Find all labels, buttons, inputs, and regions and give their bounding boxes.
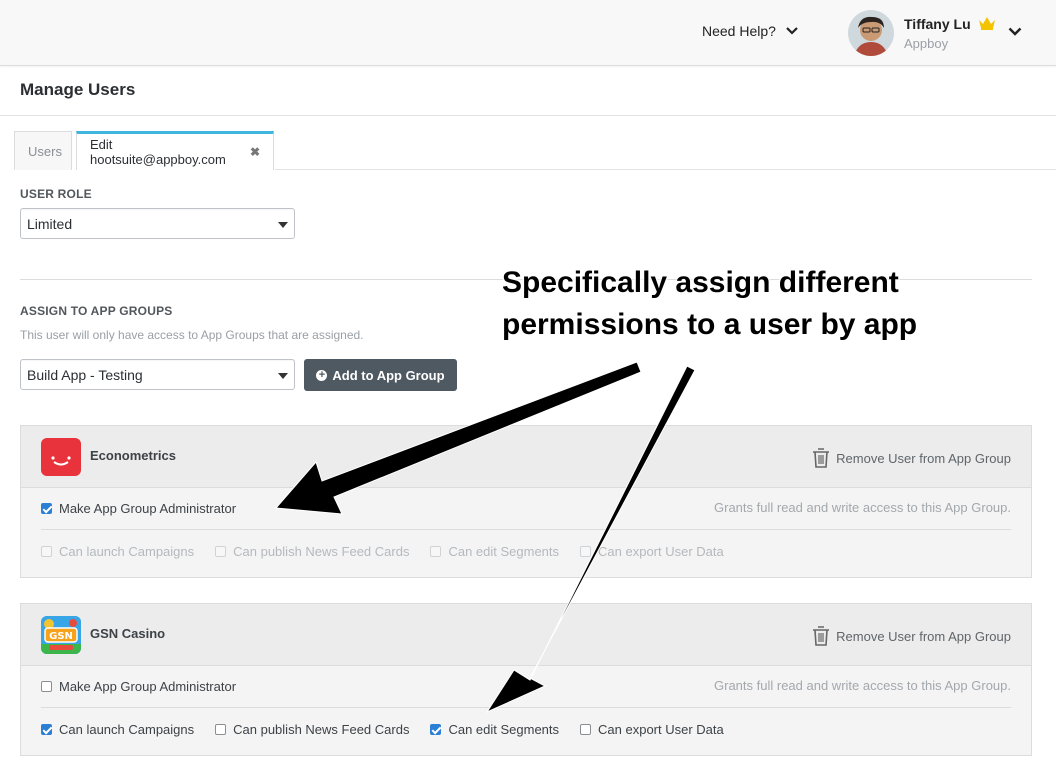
- permission-checkbox[interactable]: [430, 546, 442, 557]
- user-role-label: USER ROLE: [20, 187, 92, 201]
- crown-icon: [979, 17, 995, 30]
- divider: [41, 529, 1011, 530]
- tab-edit-user[interactable]: Edit hootsuite@appboy.com ✖: [76, 131, 274, 170]
- divider: [0, 115, 1056, 116]
- admin-checkbox[interactable]: [41, 681, 52, 692]
- app-group-name: Econometrics: [90, 448, 176, 463]
- permission-label: Can launch Campaigns: [59, 722, 195, 737]
- divider: [275, 169, 1056, 170]
- assign-app-groups-label: ASSIGN TO APP GROUPS: [20, 304, 173, 318]
- admin-checkbox-row[interactable]: Make App Group Administrator: [41, 679, 236, 694]
- need-help-menu[interactable]: Need Help?: [702, 23, 798, 39]
- permission-label: Can edit Segments: [448, 544, 560, 559]
- permission-publish-news-feed[interactable]: Can publish News Feed Cards: [215, 722, 409, 737]
- remove-user-from-app-group-button[interactable]: Remove User from App Group: [812, 448, 1011, 468]
- permission-label: Can export User Data: [598, 722, 724, 737]
- permission-checkbox[interactable]: [41, 724, 52, 735]
- permission-label: Can edit Segments: [448, 722, 560, 737]
- user-role-select[interactable]: Limited: [20, 208, 295, 239]
- chevron-down-icon: [786, 27, 798, 35]
- gsn-icon-text: GSN: [49, 631, 73, 642]
- add-to-app-group-label: Add to App Group: [332, 367, 445, 383]
- remove-label: Remove User from App Group: [836, 450, 1011, 466]
- user-org: Appboy: [904, 36, 949, 51]
- remove-user-from-app-group-button[interactable]: Remove User from App Group: [812, 626, 1011, 646]
- need-help-label: Need Help?: [702, 23, 776, 39]
- annotation-line-1: Specifically assign different: [502, 266, 899, 299]
- permission-checkbox[interactable]: [215, 546, 227, 557]
- app-group-header: GSN GSN Casino Remove User from App Grou…: [21, 604, 1031, 666]
- tab-edit-user-label: Edit hootsuite@appboy.com: [90, 137, 226, 167]
- admin-checkbox-row[interactable]: Make App Group Administrator: [41, 501, 236, 516]
- gsn-casino-app-icon: GSN: [41, 616, 81, 654]
- divider: [41, 707, 1011, 708]
- permission-edit-segments[interactable]: Can edit Segments: [430, 722, 559, 737]
- permission-export-user-data[interactable]: Can export User Data: [580, 544, 724, 559]
- assign-help-text: This user will only have access to App G…: [20, 328, 364, 342]
- user-name[interactable]: Tiffany Lu: [904, 16, 971, 32]
- permission-checkbox[interactable]: [41, 546, 52, 557]
- permission-label: Can export User Data: [598, 544, 724, 559]
- permission-label: Can publish News Feed Cards: [233, 722, 410, 737]
- remove-label: Remove User from App Group: [836, 628, 1011, 644]
- annotation-line-2: permissions to a user by app: [502, 308, 918, 341]
- permissions-row: Can launch Campaigns Can publish News Fe…: [41, 722, 745, 737]
- permissions-row: Can launch Campaigns Can publish News Fe…: [41, 544, 745, 559]
- permission-edit-segments[interactable]: Can edit Segments: [430, 544, 559, 559]
- permission-publish-news-feed[interactable]: Can publish News Feed Cards: [215, 544, 409, 559]
- admin-checkbox[interactable]: [41, 503, 52, 514]
- permission-checkbox[interactable]: [580, 546, 592, 557]
- app-group-card-gsn-casino: GSN GSN Casino Remove User from App Grou…: [20, 603, 1032, 756]
- add-to-app-group-button[interactable]: + Add to App Group: [304, 359, 457, 391]
- trash-icon: [813, 626, 830, 646]
- grants-text: Grants full read and write access to thi…: [714, 678, 1011, 693]
- annotation-callout: Specifically assign different permission…: [502, 262, 917, 346]
- user-menu-chevron-icon[interactable]: [1008, 27, 1022, 36]
- trash-icon: [813, 448, 830, 468]
- close-icon[interactable]: ✖: [250, 145, 260, 159]
- app-group-name: GSN Casino: [90, 626, 166, 641]
- app-group-card-econometrics: Econometrics Remove User from App Group …: [20, 425, 1032, 578]
- top-bar: Need Help? Tiffany Lu Appboy: [0, 0, 1056, 66]
- tab-users[interactable]: Users: [14, 131, 72, 170]
- permission-launch-campaigns[interactable]: Can launch Campaigns: [41, 544, 194, 559]
- grants-text: Grants full read and write access to thi…: [714, 500, 1011, 515]
- permission-label: Can publish News Feed Cards: [233, 544, 410, 559]
- permission-checkbox[interactable]: [430, 724, 442, 735]
- page-title: Manage Users: [20, 80, 136, 99]
- permission-launch-campaigns[interactable]: Can launch Campaigns: [41, 722, 194, 737]
- avatar[interactable]: [848, 10, 894, 56]
- admin-label: Make App Group Administrator: [59, 679, 237, 694]
- admin-label: Make App Group Administrator: [59, 501, 237, 516]
- permission-label: Can launch Campaigns: [59, 544, 195, 559]
- app-group-select[interactable]: Build App - Testing: [20, 359, 295, 390]
- app-group-select-value: Build App - Testing: [27, 367, 143, 383]
- caret-down-icon: [278, 222, 288, 228]
- avatar-photo: [848, 10, 894, 56]
- app-group-header: Econometrics Remove User from App Group: [21, 426, 1031, 488]
- permission-checkbox[interactable]: [580, 724, 592, 735]
- caret-down-icon: [278, 373, 288, 379]
- plus-circle-icon: +: [316, 369, 328, 381]
- econometrics-app-icon: [41, 438, 81, 476]
- permission-export-user-data[interactable]: Can export User Data: [580, 722, 724, 737]
- tab-users-label: Users: [28, 143, 62, 159]
- user-role-value: Limited: [27, 216, 73, 232]
- permission-checkbox[interactable]: [215, 724, 227, 735]
